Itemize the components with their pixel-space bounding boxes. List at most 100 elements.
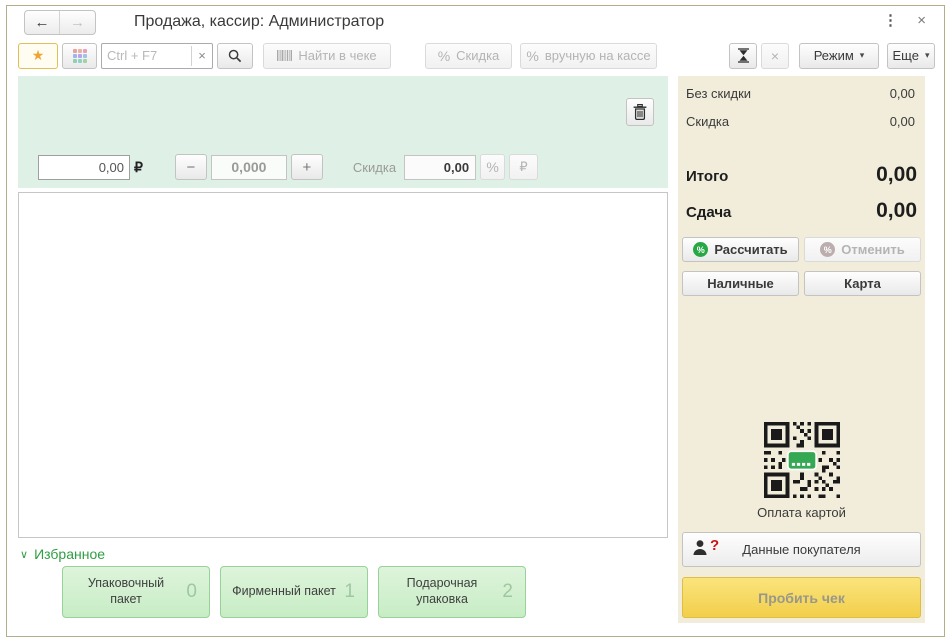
favorites-header-label: Избранное — [34, 546, 105, 562]
favorite-item-count: 1 — [344, 581, 355, 603]
chevron-down-icon: ∨ — [20, 548, 28, 561]
item-discount-input[interactable] — [404, 155, 476, 180]
minus-icon: − — [187, 159, 196, 176]
card-payment-button[interactable]: Карта — [804, 271, 921, 296]
quantity-minus-button[interactable]: − — [175, 154, 207, 180]
ruble-sign: ₽ — [134, 159, 143, 176]
favorite-item-label: Фирменный пакет — [232, 584, 336, 600]
grid-icon — [73, 49, 87, 63]
find-in-receipt-button[interactable]: Найти в чеке — [263, 43, 391, 69]
forward-button[interactable]: → — [60, 11, 95, 34]
cash-label: Наличные — [707, 276, 774, 291]
receipt-items-list[interactable] — [18, 192, 668, 538]
no-discount-label: Без скидки — [686, 86, 751, 101]
star-icon: ★ — [32, 47, 45, 64]
person-icon — [692, 539, 708, 556]
qr-caption: Оплата картой — [682, 505, 921, 520]
cancel-calc-button[interactable]: % Отменить — [804, 237, 921, 262]
catalog-grid-button[interactable] — [62, 43, 97, 69]
favorites-toggle-button[interactable]: ★ — [18, 43, 58, 69]
clear-icon: × — [198, 48, 206, 63]
total-row: Итого 0,00 — [682, 163, 921, 187]
total-value: 0,00 — [876, 163, 917, 187]
search-button[interactable] — [217, 43, 253, 69]
favorite-item-label: Подарочная упаковка — [389, 576, 495, 607]
discount-value: 0,00 — [890, 114, 915, 129]
window-menu-button[interactable]: ⋮ — [883, 14, 898, 28]
manual-discount-button[interactable]: % вручную на кассе — [520, 43, 657, 69]
favorite-item-button[interactable]: Фирменный пакет 1 — [220, 566, 368, 618]
mode-dropdown-button[interactable]: Режим ▾ — [799, 43, 879, 69]
forward-arrow-icon: → — [70, 14, 85, 31]
x-icon: × — [771, 48, 779, 64]
pos-window: ← → Продажа, кассир: Администратор ⋮ × ★… — [6, 5, 945, 637]
page-title: Продажа, кассир: Администратор — [134, 13, 384, 31]
delete-item-button[interactable] — [626, 98, 654, 126]
qr-code — [682, 422, 921, 498]
customer-data-label: Данные покупателя — [742, 542, 860, 557]
item-controls: ₽ − 0,000 + Скидка % ₽ — [38, 154, 538, 180]
chevron-down-icon: ▾ — [925, 50, 930, 61]
question-mark-icon: ? — [710, 539, 719, 553]
product-search-box: × — [101, 43, 213, 69]
cash-payment-button[interactable]: Наличные — [682, 271, 799, 296]
favorite-item-label: Упаковочный пакет — [73, 576, 179, 607]
manual-discount-label: вручную на кассе — [545, 48, 651, 63]
print-receipt-button[interactable]: Пробить чек — [682, 577, 921, 618]
ruble-icon: ₽ — [519, 159, 527, 175]
nav-history-group: ← → — [24, 10, 96, 35]
discount-label: Скидка — [686, 114, 729, 129]
window-close-button[interactable]: × — [917, 14, 926, 28]
calculate-label: Рассчитать — [714, 242, 787, 257]
discount-button-label: Скидка — [456, 48, 499, 63]
percent-circle-icon: % — [693, 242, 708, 257]
favorite-item-button[interactable]: Подарочная упаковка 2 — [378, 566, 526, 618]
plus-icon: + — [303, 159, 312, 176]
back-button[interactable]: ← — [25, 11, 60, 34]
close-icon: × — [917, 12, 926, 29]
customer-data-button[interactable]: ? Данные покупателя — [682, 532, 921, 567]
trash-icon — [633, 104, 647, 120]
percent-icon: % — [438, 48, 450, 64]
kebab-menu-icon: ⋮ — [883, 12, 898, 29]
change-label: Сдача — [686, 204, 731, 221]
cancel-receipt-button[interactable]: × — [761, 43, 789, 69]
quantity-value[interactable]: 0,000 — [211, 155, 287, 180]
calculate-button[interactable]: % Рассчитать — [682, 237, 799, 262]
clear-search-button[interactable]: × — [191, 46, 212, 66]
more-dropdown-button[interactable]: Еще ▾ — [887, 43, 935, 69]
no-discount-value: 0,00 — [890, 86, 915, 101]
change-row: Сдача 0,00 — [682, 199, 921, 223]
current-item-panel: ₽ − 0,000 + Скидка % ₽ — [18, 76, 668, 188]
quantity-plus-button[interactable]: + — [291, 154, 323, 180]
discount-ruble-button[interactable]: ₽ — [509, 154, 538, 180]
customer-icon: ? — [692, 539, 719, 556]
payment-summary-panel: Без скидки 0,00 Скидка 0,00 Итого 0,00 С… — [678, 76, 925, 623]
mode-label: Режим — [814, 48, 854, 63]
postpone-receipt-button[interactable] — [729, 43, 757, 69]
item-discount-label: Скидка — [353, 160, 396, 175]
percent-icon: % — [526, 48, 538, 64]
hourglass-icon — [737, 48, 750, 63]
card-label: Карта — [844, 276, 881, 291]
favorite-item-count: 2 — [502, 581, 513, 603]
no-discount-row: Без скидки 0,00 — [682, 86, 921, 101]
print-receipt-label: Пробить чек — [758, 590, 845, 606]
change-value: 0,00 — [876, 199, 917, 223]
favorite-item-count: 0 — [186, 581, 197, 603]
find-in-receipt-label: Найти в чеке — [298, 48, 376, 63]
favorites-section-toggle[interactable]: ∨ Избранное — [20, 546, 105, 562]
more-label: Еще — [893, 48, 919, 63]
discount-row: Скидка 0,00 — [682, 114, 921, 129]
percent-circle-icon: % — [820, 242, 835, 257]
price-input[interactable] — [38, 155, 130, 180]
discount-percent-button[interactable]: % — [480, 154, 505, 180]
chevron-down-icon: ▾ — [860, 50, 865, 61]
discount-button[interactable]: % Скидка — [425, 43, 512, 69]
percent-icon: % — [486, 159, 498, 175]
back-arrow-icon: ← — [35, 14, 50, 31]
barcode-icon — [277, 50, 292, 61]
search-input[interactable] — [102, 48, 191, 63]
favorite-item-button[interactable]: Упаковочный пакет 0 — [62, 566, 210, 618]
toolbar: ★ × Найти в чеке % Скидка % вручную на к… — [18, 42, 938, 69]
